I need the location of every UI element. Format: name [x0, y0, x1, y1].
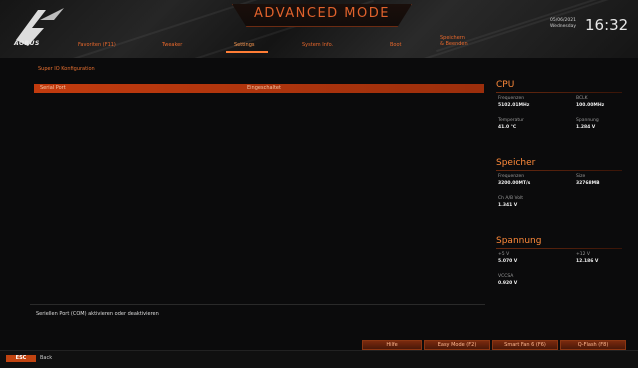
memory-frequency-value: 3200.00MT/s — [498, 181, 531, 186]
esc-key-button[interactable]: ESC — [6, 355, 36, 362]
help-button[interactable]: Hilfe — [362, 340, 422, 350]
memory-ch-volt-value: 1.341 V — [498, 203, 518, 208]
cpu-frequency: Frequenzen 5102.01MHz — [498, 96, 529, 109]
hardware-monitor-sidebar: CPU Frequenzen 5102.01MHz BCLK 100.00MHz… — [490, 62, 622, 332]
memory-section: Speicher — [496, 158, 622, 174]
cpu-divider — [496, 92, 622, 93]
voltage-vccsa-value: 0.920 V — [498, 281, 518, 286]
tab-boot[interactable]: Boot — [390, 42, 402, 48]
advanced-mode-title: ADVANCED MODE — [232, 4, 412, 27]
setting-row-serial-port[interactable]: Serial Port Eingeschaltet — [34, 84, 484, 93]
smart-fan-button[interactable]: Smart Fan 6 (F6) — [492, 340, 558, 350]
main-tab-bar: Favoriten (F11) Tweaker Settings System … — [70, 35, 510, 58]
voltage-5v: +5 V 5.070 V — [498, 252, 517, 265]
voltage-12v-value: 12.186 V — [576, 259, 599, 264]
top-header: AORUS ADVANCED MODE 05/06/2021 Wednesday… — [0, 0, 638, 58]
cpu-temperature: Temperatur 41.0 °C — [498, 118, 524, 131]
cpu-bclk: BCLK 100.00MHz — [576, 96, 604, 109]
voltage-5v-value: 5.070 V — [498, 259, 518, 264]
help-text: Seriellen Port (COM) aktivieren oder dea… — [36, 311, 159, 317]
setting-value[interactable]: Eingeschaltet — [247, 84, 281, 93]
settings-panel: Super IO Konfiguration Serial Port Einge… — [30, 62, 485, 322]
cpu-bclk-value: 100.00MHz — [576, 103, 605, 108]
memory-divider — [496, 170, 622, 171]
memory-ch-volt: Ch A/B Volt 1.341 V — [498, 196, 523, 209]
voltage-divider — [496, 248, 622, 249]
voltage-12v: +12 V 12.186 V — [576, 252, 598, 265]
easy-mode-button[interactable]: Easy Mode (F2) — [424, 340, 490, 350]
tab-tweaker[interactable]: Tweaker — [162, 42, 182, 48]
cpu-section: CPU — [496, 80, 622, 96]
help-divider — [30, 304, 485, 305]
memory-size-value: 32768MB — [576, 181, 600, 186]
voltage-vccsa: VCCSA 0.920 V — [498, 274, 517, 287]
memory-size: Size 32768MB — [576, 174, 600, 187]
section-title: Super IO Konfiguration — [38, 66, 95, 72]
cpu-temperature-value: 41.0 °C — [498, 125, 517, 130]
setting-label: Serial Port — [40, 85, 66, 91]
cpu-voltage: Spannung 1.284 V — [576, 118, 599, 131]
bottom-bar — [0, 350, 638, 368]
date-display: 05/06/2021 Wednesday — [550, 18, 576, 30]
tab-system-info[interactable]: System Info. — [302, 42, 333, 48]
memory-frequency: Frequenzen 3200.00MT/s — [498, 174, 530, 187]
memory-title: Speicher — [496, 158, 536, 168]
time-display: 16:32 — [585, 16, 629, 34]
back-label: Back — [40, 355, 53, 361]
cpu-voltage-value: 1.284 V — [576, 125, 596, 130]
brand-logo-text: AORUS — [14, 40, 40, 47]
tab-save-exit[interactable]: Speichern & Beenden — [440, 35, 470, 47]
tab-settings[interactable]: Settings — [234, 42, 255, 48]
q-flash-button[interactable]: Q-Flash (F8) — [560, 340, 626, 350]
tab-favoriten[interactable]: Favoriten (F11) — [78, 42, 116, 48]
active-tab-indicator — [226, 51, 268, 53]
voltage-section: Spannung — [496, 236, 622, 252]
cpu-frequency-value: 5102.01MHz — [498, 103, 530, 108]
weekday-text: Wednesday — [550, 24, 577, 29]
voltage-title: Spannung — [496, 236, 542, 246]
cpu-title: CPU — [496, 80, 515, 90]
